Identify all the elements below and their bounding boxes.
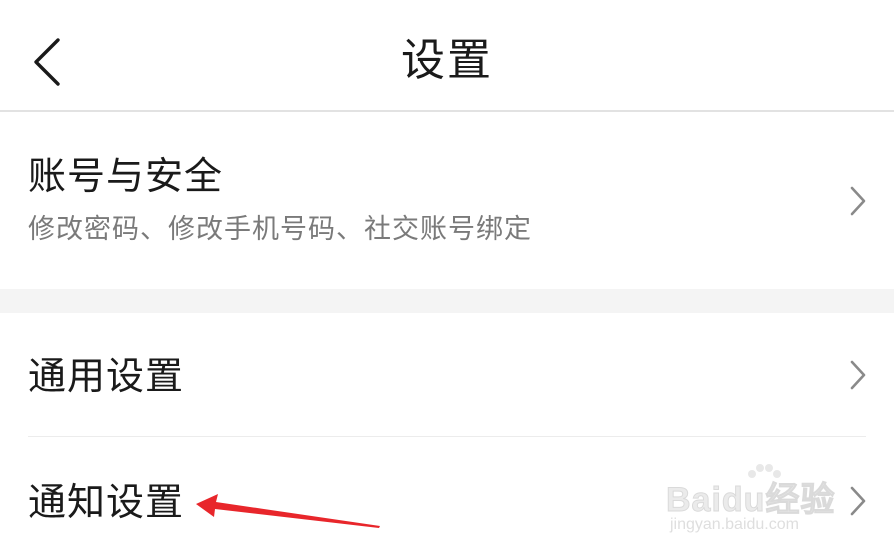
settings-item-general[interactable]: 通用设置 (0, 313, 894, 436)
settings-item-subtitle: 修改密码、修改手机号码、社交账号绑定 (28, 214, 532, 245)
page-title: 设置 (401, 35, 493, 86)
chevron-right-icon (850, 186, 866, 216)
chevron-right-icon (850, 360, 866, 390)
settings-item-title: 通知设置 (28, 480, 185, 524)
settings-item-title: 账号与安全 (28, 154, 224, 198)
watermark-url: jingyan.baidu.com (670, 516, 799, 533)
section-separator (0, 289, 894, 313)
settings-item-title: 通用设置 (28, 354, 185, 398)
annotation-arrow-icon (196, 494, 380, 528)
settings-screen: 设置 账号与安全 修改密码、修改手机号码、社交账号绑定 通用设置 通知设置 Ba… (0, 0, 894, 556)
navigation-bar: 设置 (0, 0, 894, 112)
watermark-brand: Baidu经验 (665, 481, 836, 520)
watermark: Baidu经验 jingyan.baidu.com (665, 462, 846, 542)
chevron-right-icon (850, 486, 866, 516)
settings-item-account-security[interactable]: 账号与安全 修改密码、修改手机号码、社交账号绑定 (0, 114, 894, 289)
